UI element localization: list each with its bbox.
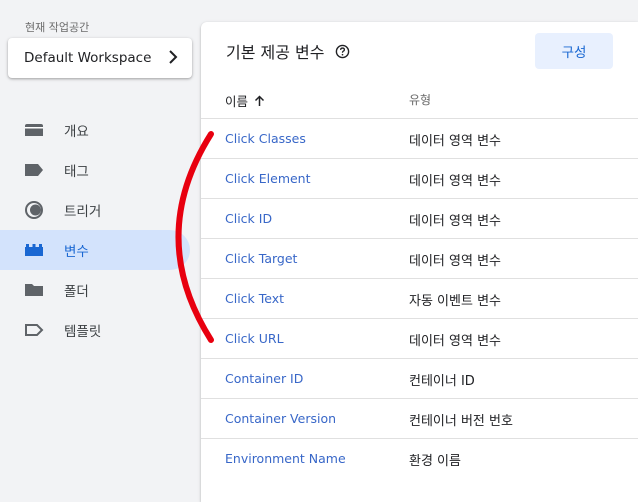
- sidebar-item-label: 템플릿: [64, 324, 102, 340]
- template-icon: [23, 319, 45, 341]
- variable-name-link[interactable]: Environment Name: [225, 451, 346, 466]
- configure-button[interactable]: 구성: [535, 33, 613, 69]
- sidebar-item-label: 변수: [64, 244, 89, 260]
- panel-title: 기본 제공 변수: [226, 43, 325, 62]
- table-row[interactable]: Click ID 데이터 영역 변수: [201, 198, 638, 238]
- variables-table: Click Classes 데이터 영역 변수 Click Element 데이…: [201, 118, 638, 478]
- variable-name-link[interactable]: Click ID: [225, 211, 272, 226]
- sidebar-item-label: 개요: [64, 124, 89, 140]
- variable-name-link[interactable]: Click Target: [225, 251, 297, 266]
- table-row[interactable]: Container ID 컨테이너 ID: [201, 358, 638, 398]
- workspace-label: 현재 작업공간: [25, 21, 90, 34]
- sidebar-item-folders[interactable]: 폴더: [0, 270, 190, 310]
- variable-name-link[interactable]: Container Version: [225, 411, 336, 426]
- tag-icon: [23, 159, 45, 181]
- chevron-right-icon: [168, 49, 178, 68]
- variable-type: 자동 이벤트 변수: [409, 294, 501, 309]
- variable-name-link[interactable]: Container ID: [225, 371, 303, 386]
- column-header-label: 이름: [225, 94, 249, 109]
- variable-type: 데이터 영역 변수: [409, 254, 501, 269]
- variable-name-link[interactable]: Click Text: [225, 291, 284, 306]
- sidebar-item-label: 트리거: [64, 204, 102, 220]
- column-header-type[interactable]: 유형: [409, 91, 431, 108]
- column-header-name[interactable]: 이름: [225, 91, 265, 110]
- sidebar-item-templates[interactable]: 템플릿: [0, 310, 190, 350]
- table-row[interactable]: Click Text 자동 이벤트 변수: [201, 278, 638, 318]
- workspace-selector[interactable]: Default Workspace: [8, 38, 192, 78]
- builtin-variables-panel: 기본 제공 변수 구성 이름 유형 Click Classes 데이터 영역 변…: [201, 22, 638, 502]
- folder-tab-icon: [23, 119, 45, 141]
- variable-type: 환경 이름: [409, 454, 461, 469]
- variable-type: 컨테이너 ID: [409, 374, 475, 389]
- variable-name-link[interactable]: Click Element: [225, 171, 311, 186]
- table-row[interactable]: Click URL 데이터 영역 변수: [201, 318, 638, 358]
- variable-name-link[interactable]: Click URL: [225, 331, 284, 346]
- help-icon[interactable]: [335, 44, 350, 59]
- variable-type: 데이터 영역 변수: [409, 174, 501, 189]
- folder-icon: [23, 279, 45, 301]
- variable-name-link[interactable]: Click Classes: [225, 131, 306, 146]
- variables-icon: [23, 239, 45, 261]
- sidebar-item-overview[interactable]: 개요: [0, 110, 190, 150]
- sidebar-item-label: 폴더: [64, 284, 89, 300]
- table-row[interactable]: Container Version 컨테이너 버전 번호: [201, 398, 638, 438]
- table-row[interactable]: Click Element 데이터 영역 변수: [201, 158, 638, 198]
- variable-type: 컨테이너 버전 번호: [409, 414, 513, 429]
- table-row[interactable]: Click Classes 데이터 영역 변수: [201, 118, 638, 158]
- sidebar-item-label: 태그: [64, 164, 89, 180]
- variable-type: 데이터 영역 변수: [409, 214, 501, 229]
- table-row[interactable]: Environment Name 환경 이름: [201, 438, 638, 478]
- variable-type: 데이터 영역 변수: [409, 134, 501, 149]
- table-row[interactable]: Click Target 데이터 영역 변수: [201, 238, 638, 278]
- sidebar-nav: 개요 태그 트리거 변수 폴더 템플릿: [0, 110, 190, 350]
- arrow-up-icon: [254, 94, 265, 107]
- trigger-icon: [23, 199, 45, 221]
- panel-title-wrap: 기본 제공 변수: [226, 39, 350, 63]
- workspace-name: Default Workspace: [24, 50, 152, 66]
- sidebar-item-tags[interactable]: 태그: [0, 150, 190, 190]
- sidebar-item-triggers[interactable]: 트리거: [0, 190, 190, 230]
- sidebar-item-variables[interactable]: 변수: [0, 230, 190, 270]
- variable-type: 데이터 영역 변수: [409, 334, 501, 349]
